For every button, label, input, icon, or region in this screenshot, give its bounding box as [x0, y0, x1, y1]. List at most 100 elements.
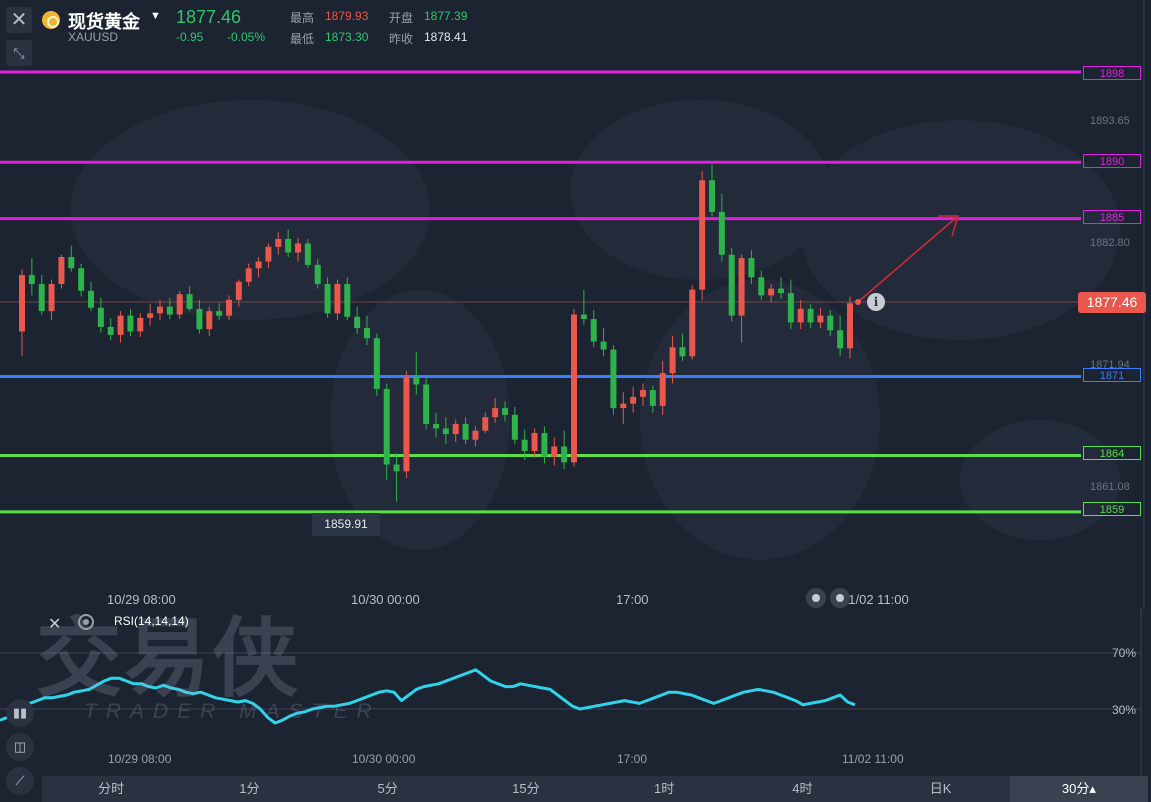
- candle-body: [669, 347, 676, 374]
- close-icon[interactable]: ✕: [6, 7, 32, 33]
- candle-body: [758, 277, 765, 296]
- candle-body: [768, 288, 775, 296]
- candle-body: [472, 430, 479, 440]
- high-value: 1879.93: [325, 9, 369, 23]
- candle-body: [166, 306, 173, 315]
- candle-body: [709, 180, 715, 212]
- candle-body: [186, 294, 193, 309]
- prev-close-value: 1878.41: [424, 30, 468, 44]
- level-label[interactable]: 1898: [1083, 66, 1141, 80]
- rsi-time-label: 11/02 11:00: [842, 752, 904, 766]
- price-change: -0.95: [176, 30, 204, 44]
- candlestick-chart[interactable]: [0, 0, 1151, 610]
- period-tab[interactable]: 15分: [457, 776, 595, 802]
- prev-close-label: 昨收: [389, 32, 414, 46]
- candle-body: [630, 396, 637, 404]
- chevron-down-icon[interactable]: ▼: [150, 10, 161, 22]
- price-axis-tick: 1861.08: [1090, 481, 1130, 493]
- candle-body: [127, 315, 134, 332]
- candle-body: [797, 308, 804, 323]
- candle-body: [521, 439, 528, 452]
- candle-body: [147, 313, 154, 318]
- candle-body: [196, 308, 203, 330]
- price-change-percent: -0.05%: [227, 30, 266, 44]
- candle-body: [502, 408, 508, 415]
- period-tab[interactable]: 1分: [180, 776, 318, 802]
- indicator-icon[interactable]: ◫: [6, 733, 34, 761]
- price-axis-tick: 1871.94: [1090, 359, 1130, 371]
- candle-body: [28, 275, 35, 285]
- candle-body: [847, 303, 853, 349]
- period-tab[interactable]: 分时: [42, 776, 180, 802]
- candle-body: [324, 284, 331, 314]
- candle-body: [275, 238, 282, 247]
- candle-body: [68, 256, 75, 269]
- candle-body: [817, 315, 824, 323]
- info-icon[interactable]: i: [867, 293, 885, 311]
- level-label[interactable]: 1885: [1083, 210, 1141, 224]
- close-icon[interactable]: ✕: [48, 614, 61, 634]
- time-axis-label: 11/02 11:00: [842, 592, 909, 607]
- price-axis-tick: 1893.65: [1090, 115, 1130, 127]
- current-price-badge: 1877.46: [1078, 292, 1146, 313]
- candle-body: [393, 464, 400, 472]
- rsi-time-label: 17:00: [617, 752, 648, 766]
- period-tab[interactable]: 1时: [595, 776, 733, 802]
- low-value: 1873.30: [325, 30, 369, 44]
- candle-body: [19, 275, 25, 332]
- candle-body: [778, 288, 784, 294]
- high-label: 最高: [290, 11, 315, 25]
- candle-body: [78, 268, 85, 291]
- level-label[interactable]: 1859: [1083, 502, 1141, 516]
- candle-body: [679, 347, 686, 357]
- candle-body: [137, 317, 144, 332]
- candle-body: [334, 284, 341, 314]
- watermark-subtitle: TRADER MASTER: [84, 700, 381, 723]
- level-label[interactable]: 1864: [1083, 446, 1141, 460]
- level-label[interactable]: 1890: [1083, 154, 1141, 168]
- candle-body: [314, 264, 321, 285]
- candle-body: [561, 446, 568, 463]
- period-tab[interactable]: 4时: [733, 776, 871, 802]
- candle-body: [255, 261, 262, 269]
- rsi-level-70: 70%: [1112, 646, 1137, 660]
- candle-body: [344, 284, 351, 317]
- scroll-left-handle[interactable]: [806, 588, 826, 608]
- candle-body: [285, 238, 292, 253]
- candle-body: [511, 414, 518, 440]
- candle-body: [176, 294, 183, 315]
- candle-body: [413, 376, 420, 385]
- candle-body: [423, 384, 430, 424]
- candle-body: [787, 293, 794, 323]
- candle-body: [383, 388, 390, 465]
- candle-body: [364, 328, 370, 339]
- candle-body: [492, 408, 499, 418]
- low-label: 最低: [290, 32, 315, 46]
- period-low-badge: 1859.91: [312, 513, 380, 536]
- collapse-arrows-icon[interactable]: ⤡: [6, 40, 32, 66]
- candle-type-icon[interactable]: ▮▮: [6, 699, 34, 727]
- candle-body: [649, 390, 656, 406]
- symbol-code: XAUUSD: [68, 30, 119, 44]
- candle-body: [610, 349, 617, 409]
- period-tab[interactable]: 5分: [319, 776, 457, 802]
- rsi-title: RSI(14,14,14): [114, 614, 189, 628]
- candle-body: [373, 338, 380, 389]
- scroll-right-handle[interactable]: [830, 588, 850, 608]
- candle-body: [837, 330, 844, 349]
- candle-body: [482, 417, 489, 431]
- candle-body: [442, 428, 449, 435]
- period-tab-active[interactable]: 30分▴: [1009, 776, 1148, 802]
- candle-body: [38, 284, 45, 312]
- draw-tool-icon[interactable]: ⟋: [6, 767, 34, 795]
- candle-body: [206, 311, 213, 330]
- candle-body: [551, 446, 558, 457]
- candle-body: [689, 289, 696, 357]
- candle-body: [699, 180, 706, 290]
- settings-icon[interactable]: [78, 614, 94, 630]
- candle-body: [235, 281, 242, 300]
- period-tab[interactable]: 日K: [872, 776, 1010, 802]
- candle-body: [640, 390, 646, 397]
- candle-body: [620, 403, 627, 409]
- candle-body: [117, 315, 124, 335]
